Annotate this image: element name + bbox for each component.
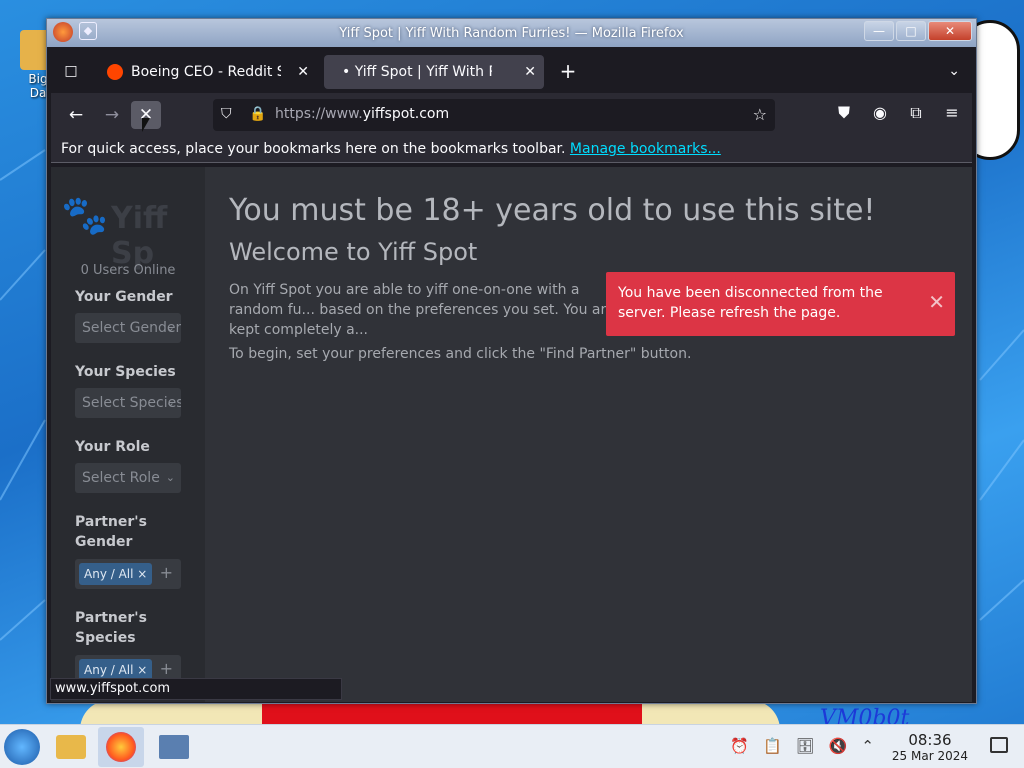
age-warning-heading: You must be 18+ years old to use this si…: [229, 193, 876, 228]
disconnected-toast: You have been disconnected from the serv…: [606, 272, 955, 336]
manage-bookmarks-link[interactable]: Manage bookmarks...: [570, 141, 721, 157]
toast-message: You have been disconnected from the serv…: [618, 285, 883, 321]
clock-date: 25 Mar 2024: [891, 749, 968, 763]
clock-time: 08:36: [908, 731, 952, 749]
folder-icon: [56, 735, 86, 759]
tag-any-all[interactable]: Any / All ×: [79, 563, 153, 585]
chevron-up-icon[interactable]: ⌃: [861, 737, 874, 755]
new-tab-icon[interactable]: +: [558, 61, 578, 81]
clipboard-icon[interactable]: 📋: [763, 737, 782, 755]
tab-label: • Yiff Spot | Yiff With Random Furries!: [342, 64, 492, 80]
firefox-icon: [106, 732, 136, 762]
gender-select[interactable]: Select Gender ⌄: [75, 313, 181, 343]
window-title: Yiff Spot | Yiff With Random Furries! — …: [339, 26, 684, 41]
bookmark-star-icon[interactable]: ☆: [753, 105, 767, 124]
storage-icon[interactable]: 🗄: [796, 737, 815, 755]
tab-yiffspot[interactable]: • Yiff Spot | Yiff With Random Furries! …: [324, 55, 544, 89]
forward-icon[interactable]: →: [97, 101, 127, 129]
chevron-down-icon: ⌄: [165, 321, 175, 334]
bookmarks-message: For quick access, place your bookmarks h…: [61, 141, 566, 157]
bookmarks-toolbar: For quick access, place your bookmarks h…: [51, 135, 972, 163]
your-role-label: Your Role: [75, 439, 150, 455]
preferences-sidebar: 🐾 Yiff Sp 0 Users Online Your Gender Sel…: [51, 167, 205, 702]
chevron-down-icon[interactable]: ⌄: [948, 63, 960, 79]
users-online: 0 Users Online: [80, 263, 176, 278]
tag-remove-icon[interactable]: ×: [137, 567, 147, 581]
taskbar-file-manager[interactable]: [48, 727, 94, 767]
chevron-down-icon: ⌄: [165, 396, 175, 409]
menu-icon[interactable]: ≡: [942, 103, 962, 123]
page-content: 🐾 Yiff Sp 0 Users Online Your Gender Sel…: [51, 167, 972, 702]
link-status-bar: www.yiffspot.com: [50, 678, 342, 700]
your-species-label: Your Species: [75, 364, 176, 380]
tab-label: Boeing CEO - Reddit Search: [131, 64, 281, 80]
start-menu-icon[interactable]: [4, 729, 40, 765]
close-window-button[interactable]: ✕: [928, 21, 972, 41]
intro-paragraph: On Yiff Spot you are able to yiff one-on…: [229, 282, 615, 338]
site-logo: 🐾 Yiff Sp: [61, 193, 201, 271]
desktop-icon-label: Big Da: [28, 72, 48, 100]
paw-icon: 🐾: [61, 193, 109, 237]
clock[interactable]: 08:36 25 Mar 2024: [892, 731, 968, 763]
window-titlebar[interactable]: ◆ Yiff Spot | Yiff With Random Furries! …: [47, 19, 976, 47]
close-icon[interactable]: ✕: [928, 292, 945, 312]
mouse-cursor: [142, 118, 150, 132]
partner-gender-select[interactable]: Any / All × +: [75, 559, 181, 589]
close-tab-icon[interactable]: ✕: [524, 55, 536, 89]
chevron-down-icon: ⌄: [165, 471, 175, 484]
system-tray: ⏰ 📋 🗄 🔇 ⌃: [730, 737, 874, 755]
tab-reddit[interactable]: Boeing CEO - Reddit Search ✕: [99, 55, 317, 89]
welcome-heading: Welcome to Yiff Spot: [229, 238, 478, 266]
terminal-icon: [159, 735, 189, 759]
volume-muted-icon[interactable]: 🔇: [829, 737, 848, 755]
taskbar-terminal[interactable]: [150, 727, 196, 767]
minimize-button[interactable]: —: [864, 21, 894, 41]
extensions-icon[interactable]: ⧉: [906, 103, 926, 123]
url-text[interactable]: https://www.yiffspot.com: [275, 106, 449, 122]
species-select[interactable]: Select Species ⌄: [75, 388, 181, 418]
instructions-paragraph: To begin, set your preferences and click…: [229, 346, 692, 362]
maximize-button[interactable]: □: [896, 21, 926, 41]
your-gender-label: Your Gender: [75, 289, 173, 305]
add-icon[interactable]: +: [160, 659, 173, 678]
notifications-icon[interactable]: ⏰: [730, 737, 749, 755]
lock-icon[interactable]: 🔒: [249, 106, 266, 124]
url-bar[interactable]: ⛉ 🔒 https://www.yiffspot.com ☆: [213, 99, 775, 131]
shield-icon[interactable]: ⛉: [221, 106, 237, 124]
tab-bar: □ Boeing CEO - Reddit Search ✕ • Yiff Sp…: [51, 49, 972, 93]
taskbar-firefox[interactable]: [98, 727, 144, 767]
taskbar: ⏰ 📋 🗄 🔇 ⌃ 08:36 25 Mar 2024: [0, 724, 1024, 768]
navigation-toolbar: ← → ✕ ⛉ 🔒 https://www.yiffspot.com ☆ ⛊ ◉…: [51, 93, 972, 135]
partner-species-label: Partner's Species: [75, 610, 147, 646]
account-icon[interactable]: ◉: [870, 103, 890, 123]
add-icon[interactable]: +: [160, 563, 173, 582]
firefox-window: ◆ Yiff Spot | Yiff With Random Furries! …: [46, 18, 977, 704]
close-tab-icon[interactable]: ✕: [297, 55, 309, 89]
role-select[interactable]: Select Role ⌄: [75, 463, 181, 493]
reddit-icon: [107, 64, 123, 80]
partner-gender-label: Partner's Gender: [75, 514, 147, 550]
tag-remove-icon[interactable]: ×: [137, 663, 147, 677]
back-icon[interactable]: ←: [61, 101, 91, 129]
tab-list-icon[interactable]: □: [59, 59, 83, 83]
brand-name: Yiff Sp: [111, 201, 168, 271]
show-desktop-icon[interactable]: [990, 737, 1008, 753]
pocket-icon[interactable]: ⛊: [834, 103, 854, 123]
